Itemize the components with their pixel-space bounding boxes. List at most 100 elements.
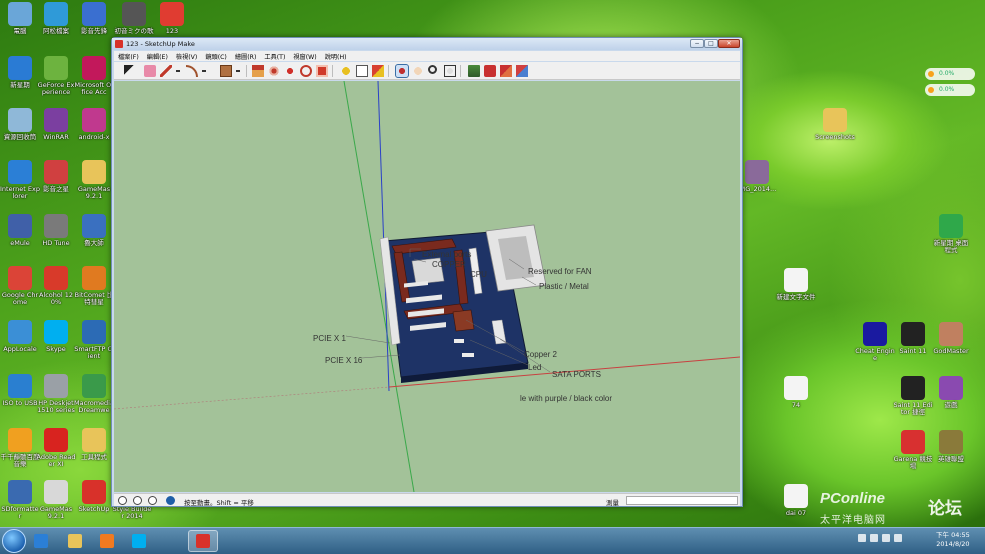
system-monitor-widget[interactable]: 0.0% 0.0% xyxy=(925,68,975,98)
desktop-icon[interactable]: 初音ミクの歌 xyxy=(114,2,154,35)
desktop-icon[interactable]: Adobe Reader XI xyxy=(36,428,76,468)
minimize-button[interactable]: − xyxy=(690,39,704,48)
desktop-icon[interactable]: 影音之星 xyxy=(36,160,76,193)
tray-network-icon[interactable] xyxy=(870,534,878,542)
desktop-icon[interactable]: Microsoft Office Acc xyxy=(74,56,114,96)
arc-dropdown-icon[interactable] xyxy=(200,65,207,77)
taskbar-button[interactable] xyxy=(188,530,218,552)
rectangle-dropdown-icon[interactable] xyxy=(234,65,241,77)
desktop-icon[interactable]: SDformatter xyxy=(0,480,40,520)
eraser-tool-icon[interactable] xyxy=(144,65,156,77)
model-viewport[interactable]: External ports COPPER CPU Reserved for F… xyxy=(114,81,740,492)
desktop-icon[interactable]: 工具程式 xyxy=(74,428,114,461)
desktop-icon[interactable]: AppLocale xyxy=(0,320,40,353)
credits-icon[interactable] xyxy=(133,496,142,505)
arc-tool-icon[interactable] xyxy=(186,65,198,77)
tray-flag-icon[interactable] xyxy=(882,534,890,542)
desktop-icon[interactable]: Saint 11 xyxy=(893,322,933,355)
close-button[interactable]: ✕ xyxy=(718,39,740,48)
measurements-box[interactable] xyxy=(626,496,738,505)
tray-arrow-icon[interactable] xyxy=(858,534,866,542)
maximize-button[interactable]: □ xyxy=(704,39,718,48)
user-icon[interactable] xyxy=(148,496,157,505)
menu-draw[interactable]: 繪圖(R) xyxy=(231,52,261,61)
pan-tool-icon[interactable] xyxy=(412,65,424,77)
desktop-icon[interactable]: SmartFTP Client xyxy=(74,320,114,360)
desktop-icon[interactable]: 資源回收筒 xyxy=(0,108,40,141)
desktop-icon[interactable]: GodMaster xyxy=(931,322,971,355)
taskbar-clock[interactable]: 下午 04:55 2014/8/20 xyxy=(936,531,970,549)
desktop-icon[interactable]: 新星期 xyxy=(0,56,40,89)
pencil-tool-icon[interactable] xyxy=(160,65,172,77)
desktop-icon[interactable]: 遊戲 xyxy=(931,376,971,409)
desktop-icon[interactable]: 影音先鋒 xyxy=(74,2,114,35)
rectangle-tool-icon[interactable] xyxy=(220,65,232,77)
desktop-icon[interactable]: Cheat Engine xyxy=(855,322,895,362)
menu-help[interactable]: 說明(H) xyxy=(321,52,351,61)
send-to-layout-icon[interactable] xyxy=(516,65,528,77)
menu-edit[interactable]: 編輯(E) xyxy=(143,52,172,61)
desktop-icon[interactable]: Alcohol 120% xyxy=(36,266,76,306)
desktop-icon[interactable]: eMule xyxy=(0,214,40,247)
desktop-icon[interactable]: BitComet 比特彗星 xyxy=(74,266,114,306)
desktop-icon[interactable]: 電腦 xyxy=(0,2,40,35)
desktop-icon[interactable]: Saint 11 Editor 捷徑 xyxy=(893,376,933,416)
zoom-tool-icon[interactable] xyxy=(428,65,440,77)
desktop-icon[interactable]: Google Chrome xyxy=(0,266,40,306)
extension-warehouse-icon[interactable] xyxy=(500,65,512,77)
desktop-icon[interactable]: Garena 競技場 xyxy=(893,430,933,470)
menu-view[interactable]: 檢視(V) xyxy=(172,52,201,61)
desktop-icon[interactable]: WinRAR xyxy=(36,108,76,141)
zoom-extents-tool-icon[interactable] xyxy=(444,65,456,77)
menu-camera[interactable]: 鏡頭(C) xyxy=(201,52,231,61)
title-bar[interactable]: 123 - SketchUp Make − □ ✕ xyxy=(112,38,742,50)
desktop-icon[interactable]: HD Tune xyxy=(36,214,76,247)
desktop-icon[interactable]: 英雄聯盟 xyxy=(931,430,971,463)
desktop-icon[interactable]: Macromedia Dreamwe xyxy=(74,374,114,414)
menu-tools[interactable]: 工具(T) xyxy=(260,52,289,61)
desktop-icon[interactable]: GeForce Experience xyxy=(36,56,76,96)
desktop-icon[interactable]: SketchUp xyxy=(74,480,114,513)
desktop-icon[interactable]: Screenshots xyxy=(815,108,855,141)
scale-tool-icon[interactable] xyxy=(316,65,328,77)
tray-volume-icon[interactable] xyxy=(894,534,902,542)
sketchup-window[interactable]: 123 - SketchUp Make − □ ✕ 檔案(F) 編輯(E) 檢視… xyxy=(111,37,743,507)
offset-tool-icon[interactable] xyxy=(268,65,280,77)
taskbar-button[interactable] xyxy=(92,530,122,552)
help-icon[interactable] xyxy=(166,496,175,505)
desktop-icon[interactable]: GameMas 9.2.1 xyxy=(74,160,114,200)
desktop-icon[interactable]: GameMas 9.2.1 xyxy=(36,480,76,520)
taskbar-button[interactable] xyxy=(60,530,90,552)
paint-bucket-tool-icon[interactable] xyxy=(372,65,384,77)
push-pull-tool-icon[interactable] xyxy=(252,65,264,77)
orbit-tool-icon[interactable] xyxy=(395,64,409,78)
desktop-icon[interactable]: 123 xyxy=(152,2,192,35)
tape-measure-tool-icon[interactable] xyxy=(340,65,352,77)
select-tool-icon[interactable] xyxy=(124,65,136,77)
desktop-icon[interactable]: 新星期 桌面 程式 xyxy=(931,214,971,254)
3d-warehouse-icon[interactable] xyxy=(468,65,480,77)
move-tool-icon[interactable] xyxy=(284,65,296,77)
taskbar-button[interactable] xyxy=(26,530,56,552)
desktop-icon[interactable]: Skype xyxy=(36,320,76,353)
start-button[interactable] xyxy=(2,529,26,553)
desktop-icon[interactable]: Internet Explorer xyxy=(0,160,40,200)
menu-window[interactable]: 視窗(W) xyxy=(289,52,320,61)
share-model-icon[interactable] xyxy=(484,65,496,77)
desktop-icon[interactable]: android-x xyxy=(74,108,114,141)
desktop-icon[interactable]: ISO to USB xyxy=(0,374,40,407)
desktop-icon[interactable]: 千千靜聽百度音樂 xyxy=(0,428,40,468)
desktop-icon[interactable]: 阿松檔案 xyxy=(36,2,76,35)
desktop-icon[interactable]: 魯大師 xyxy=(74,214,114,247)
desktop-icon[interactable]: 74 xyxy=(776,376,816,409)
taskbar-button[interactable] xyxy=(124,530,154,552)
rotate-tool-icon[interactable] xyxy=(300,65,312,77)
desktop-icon[interactable]: IMG_2014... xyxy=(737,160,777,193)
menu-file[interactable]: 檔案(F) xyxy=(114,52,143,61)
text-tool-icon[interactable] xyxy=(356,65,368,77)
model-canvas[interactable]: External ports COPPER CPU Reserved for F… xyxy=(114,81,740,492)
desktop-icon[interactable]: dai 07 xyxy=(776,484,816,517)
desktop-icon[interactable]: 新建文字文件 xyxy=(776,268,816,301)
pencil-dropdown-icon[interactable] xyxy=(174,65,181,77)
geo-location-icon[interactable] xyxy=(118,496,127,505)
